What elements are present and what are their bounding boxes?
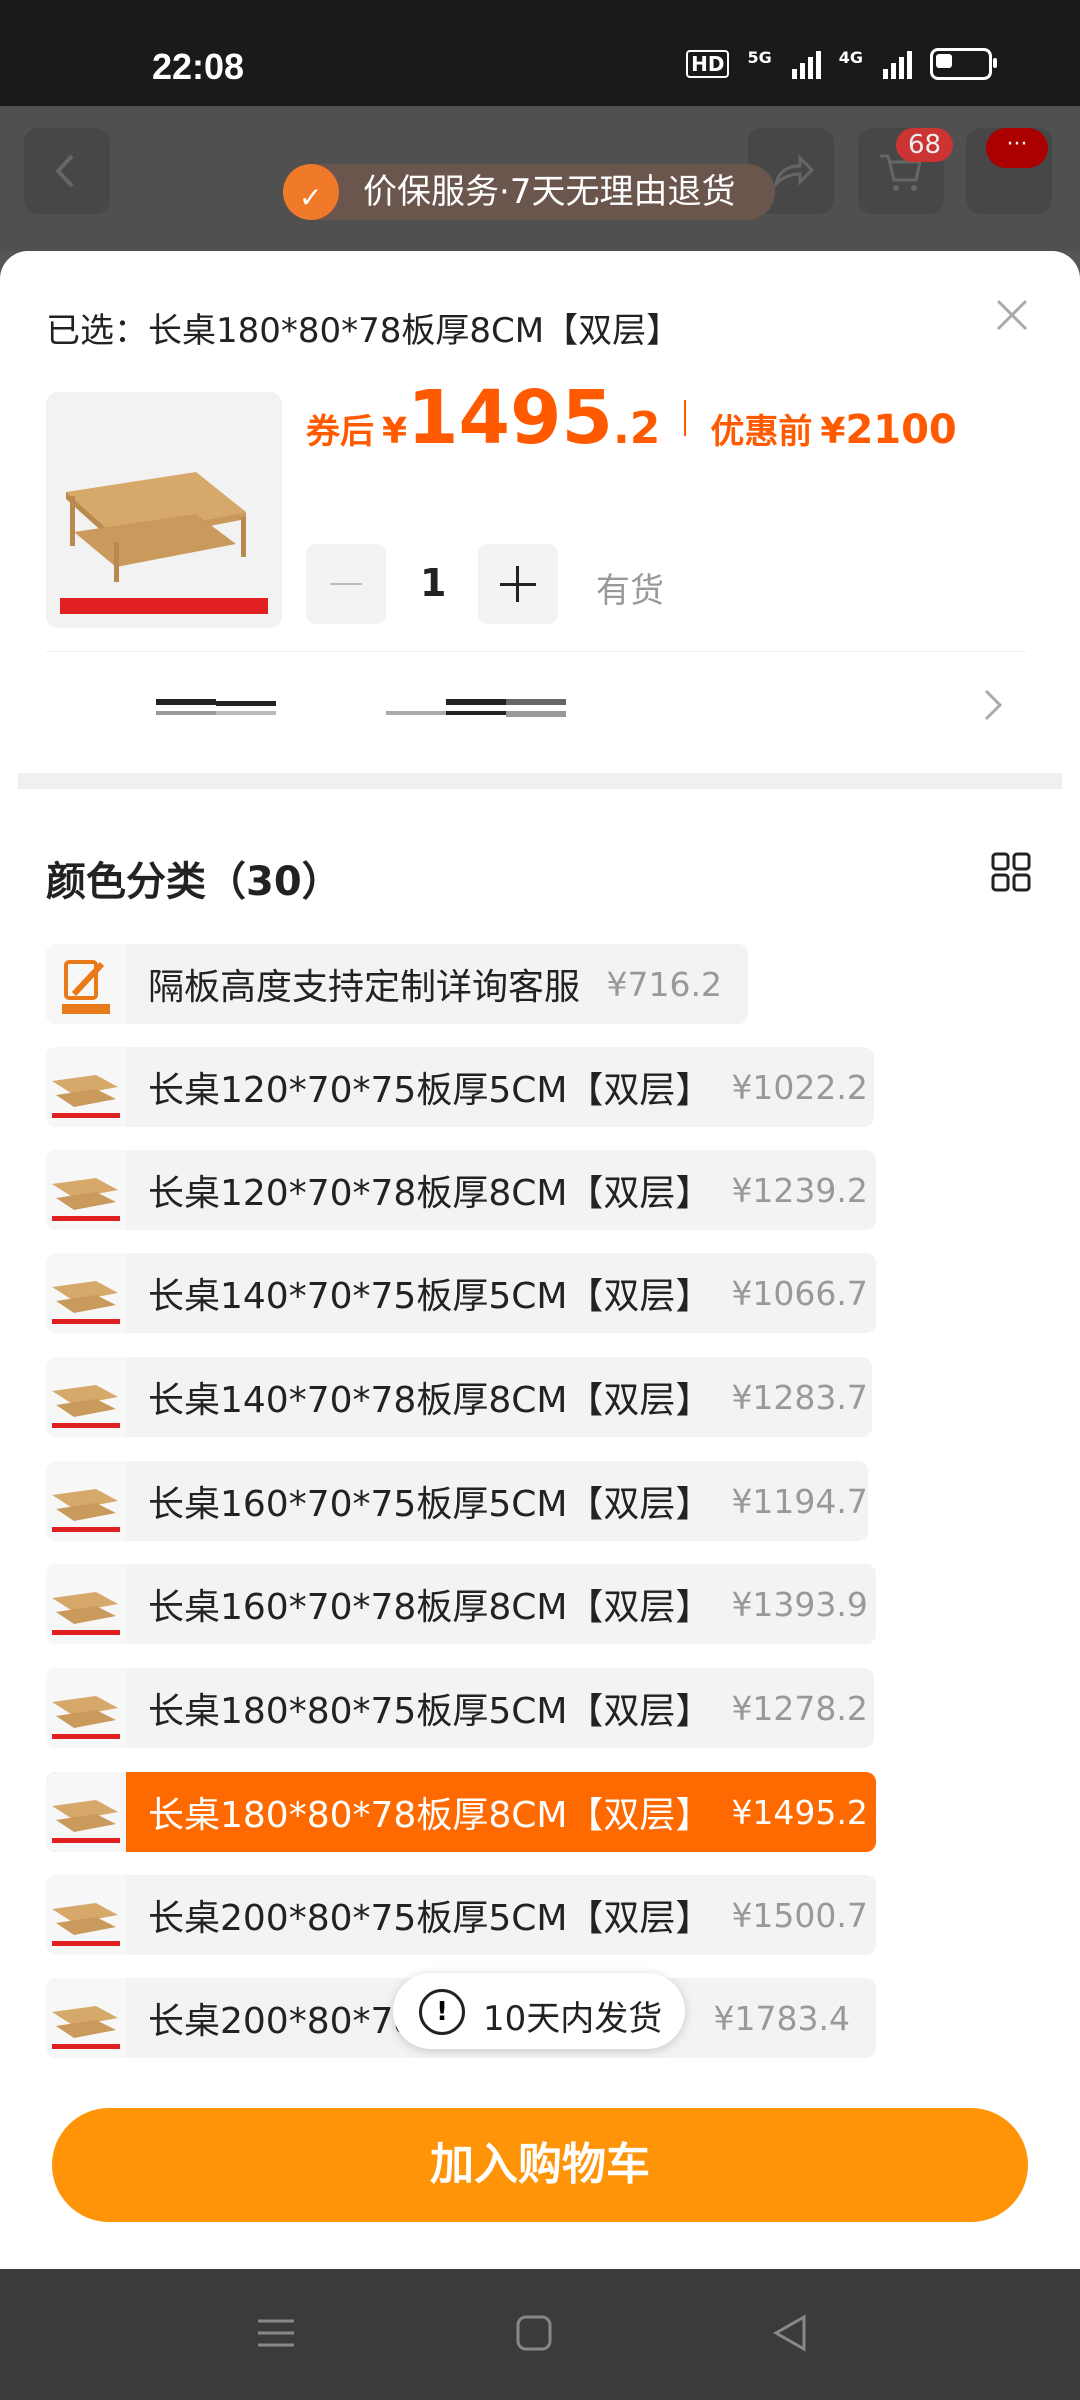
grid-view-icon[interactable] (990, 851, 1032, 893)
price-row: 券后 ¥ 1495 .2 优惠前 ¥ 2100 (306, 375, 957, 461)
option-label: 长桌180*80*78板厚8CM【双层】 (148, 1795, 712, 1836)
chevron-left-icon (55, 154, 74, 188)
option-thumbnail (46, 1047, 126, 1127)
option-item-5[interactable]: 长桌160*70*75板厚5CM【双层】 ¥1194.7 (46, 1461, 868, 1541)
option-item-0[interactable]: 隔板高度支持定制详询客服 ¥716.2 (46, 944, 748, 1024)
promo-text: 价保服务·7天无理由退货 (363, 172, 736, 212)
back-button[interactable] (24, 128, 110, 214)
network-4g-label: 4G (838, 48, 863, 67)
option-price: ¥1495.2 (731, 1792, 868, 1832)
status-icons: HD 5G 4G (686, 48, 997, 80)
option-label: 长桌200*80*78 (148, 2001, 417, 2042)
option-price: ¥1283.7 (731, 1377, 868, 1417)
quantity-value[interactable]: 1 (420, 561, 446, 605)
quantity-increase-button[interactable] (478, 544, 558, 624)
network-5g-label: 5G (747, 48, 772, 67)
option-thumbnail (46, 1150, 126, 1230)
option-item-1[interactable]: 长桌120*70*75板厚5CM【双层】 ¥1022.2 (46, 1047, 874, 1127)
selected-summary: 已选：长桌180*80*78板厚8CM【双层】 (46, 303, 680, 352)
option-label: 长桌160*70*78板厚8CM【双层】 (148, 1587, 712, 1628)
option-thumbnail (46, 1253, 126, 1333)
price-decimal: .2 (613, 403, 661, 454)
option-item-6[interactable]: 长桌160*70*78板厚8CM【双层】 ¥1393.9 (46, 1564, 876, 1644)
menu-icon[interactable] (256, 2313, 296, 2353)
option-thumbnail (46, 1461, 126, 1541)
option-label: 长桌140*70*75板厚5CM【双层】 (148, 1276, 712, 1317)
option-price: ¥1022.2 (731, 1067, 868, 1107)
option-thumbnail (46, 1875, 126, 1955)
option-thumbnail (46, 1772, 126, 1852)
option-price: ¥1239.2 (731, 1170, 868, 1210)
option-label: 长桌200*80*75板厚5CM【双层】 (148, 1898, 712, 1939)
option-price: ¥1066.7 (731, 1273, 868, 1313)
custom-support-icon (46, 944, 126, 1024)
system-navigation-bar (0, 2269, 1080, 2400)
divider (46, 651, 1026, 652)
product-thumbnail[interactable] (46, 392, 282, 628)
hd-icon: HD (686, 50, 730, 78)
signal-icon-2 (883, 49, 912, 79)
option-item-9[interactable]: 长桌200*80*75板厚5CM【双层】 ¥1500.7 (46, 1875, 876, 1955)
chevron-right-icon (984, 689, 1003, 721)
option-price: ¥1393.9 (731, 1584, 868, 1624)
option-label: 长桌160*70*75板厚5CM【双层】 (148, 1484, 712, 1525)
table-image (60, 472, 268, 614)
option-thumbnail (46, 1978, 126, 2058)
shipping-toast: ! 10天内发货 (393, 1973, 685, 2049)
before-currency: ¥ (820, 411, 846, 452)
obscured-service-text (156, 699, 566, 717)
before-discount-value: 2100 (845, 407, 957, 453)
option-price: ¥1194.7 (731, 1481, 868, 1521)
selected-value: 长桌180*80*78板厚8CM【双层】 (148, 311, 681, 351)
before-discount-label: 优惠前 (710, 412, 813, 452)
option-price: ¥1500.7 (731, 1895, 868, 1935)
selected-prefix: 已选： (46, 311, 148, 351)
option-thumbnail (46, 1668, 126, 1748)
option-item-4[interactable]: 长桌140*70*78板厚8CM【双层】 ¥1283.7 (46, 1357, 872, 1437)
option-price: ¥1278.2 (731, 1688, 868, 1728)
option-label: 长桌140*70*78板厚8CM【双层】 (148, 1380, 712, 1421)
service-info-row[interactable] (46, 659, 1026, 755)
option-label: 长桌120*70*75板厚5CM【双层】 (148, 1070, 712, 1111)
exclamation-icon: ! (419, 1989, 465, 2035)
price-currency: ¥ (382, 411, 408, 452)
option-thumbnail (46, 1564, 126, 1644)
battery-icon (930, 48, 997, 80)
status-bar: 22:08 HD 5G 4G (0, 0, 1080, 106)
option-label: 长桌120*70*78板厚8CM【双层】 (148, 1173, 712, 1214)
option-label: 隔板高度支持定制详询客服 (148, 967, 581, 1008)
option-item-2[interactable]: 长桌120*70*78板厚8CM【双层】 ¥1239.2 (46, 1150, 876, 1230)
category-title: 颜色分类（30） (46, 859, 342, 905)
close-icon[interactable] (994, 297, 1030, 333)
option-label: 长桌180*80*75板厚5CM【双层】 (148, 1691, 712, 1732)
shipping-text: 10天内发货 (483, 1999, 663, 2039)
quantity-decrease-button[interactable] (306, 544, 386, 624)
home-icon[interactable] (514, 2313, 554, 2353)
option-price: ¥716.2 (606, 964, 722, 1004)
stock-status: 有货 (596, 571, 664, 611)
cart-count-badge: 68 (896, 128, 954, 162)
shield-check-icon (283, 164, 339, 226)
signal-icon (791, 49, 821, 79)
option-thumbnail (46, 1357, 126, 1437)
back-triangle-icon[interactable] (770, 2313, 810, 2353)
price-divider (684, 400, 687, 436)
section-separator (18, 773, 1062, 789)
option-item-3[interactable]: 长桌140*70*75板厚5CM【双层】 ¥1066.7 (46, 1253, 876, 1333)
promo-banner: 价保服务·7天无理由退货 (283, 164, 776, 226)
clock: 22:08 (152, 46, 245, 87)
add-to-cart-button[interactable]: 加入购物车 (52, 2108, 1028, 2222)
more-badge: ··· (986, 128, 1048, 168)
option-price: ¥1783.4 (713, 1998, 850, 2038)
option-item-7[interactable]: 长桌180*80*75板厚5CM【双层】 ¥1278.2 (46, 1668, 874, 1748)
sku-selector-sheet: 已选：长桌180*80*78板厚8CM【双层】 券后 ¥ 1495 .2 优惠前… (0, 251, 1080, 2269)
after-coupon-label: 券后 (306, 412, 374, 452)
option-item-8-selected[interactable]: 长桌180*80*78板厚8CM【双层】 ¥1495.2 (46, 1772, 876, 1852)
price-integer: 1495 (407, 375, 614, 461)
